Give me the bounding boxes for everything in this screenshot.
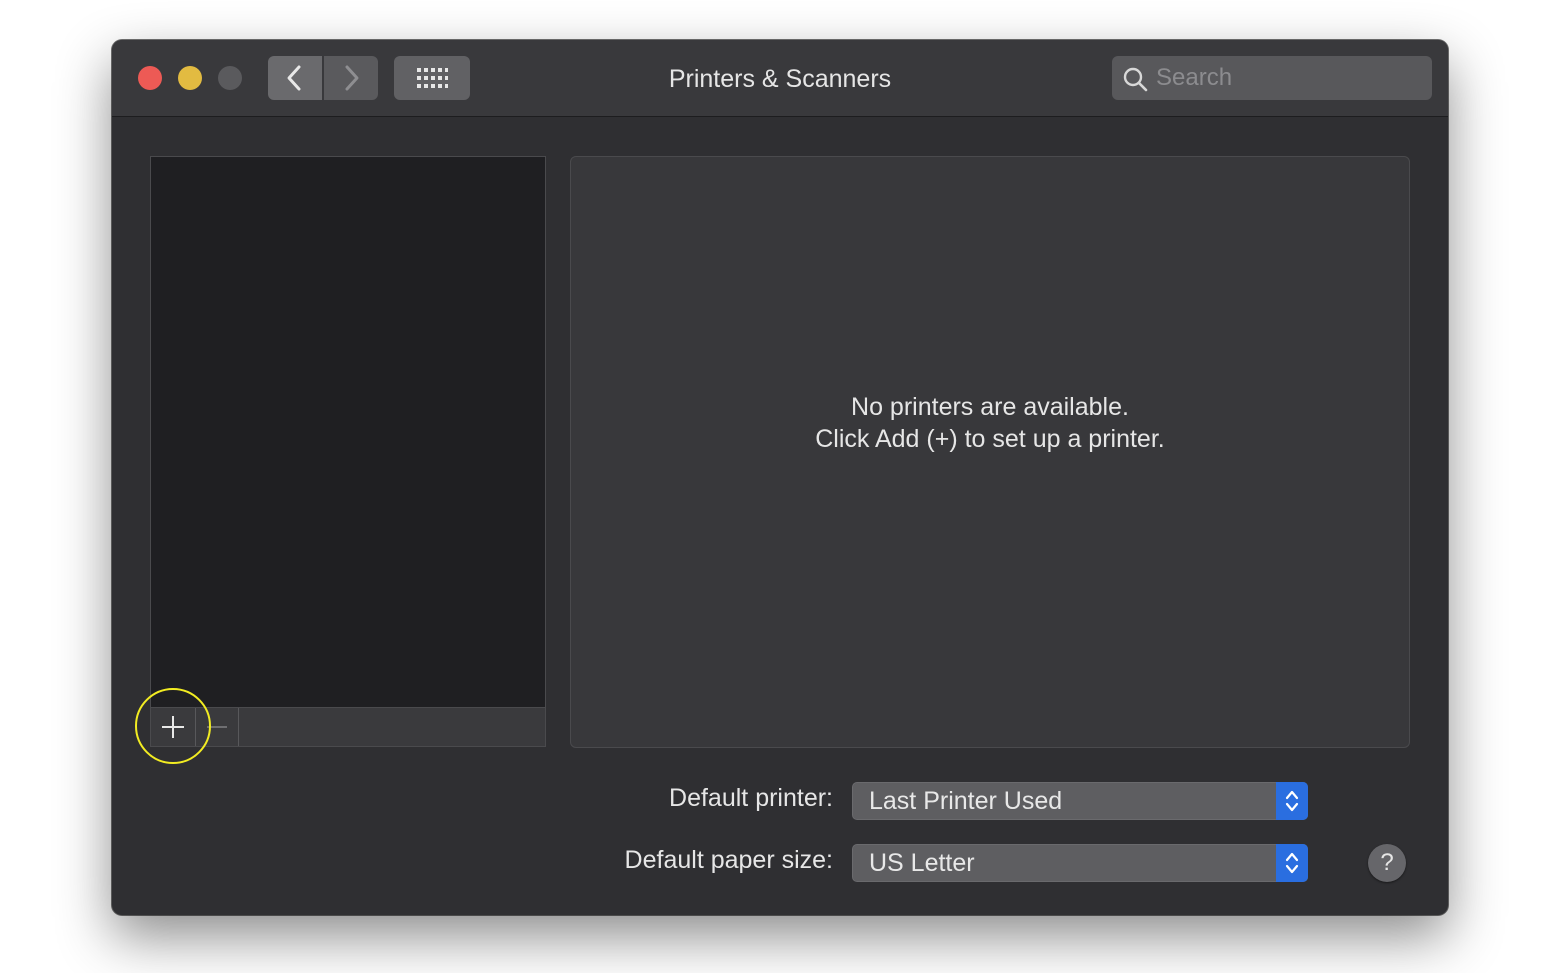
default-printer-label: Default printer: [669, 784, 833, 812]
forward-button[interactable] [324, 56, 378, 100]
back-button[interactable] [268, 56, 322, 100]
default-paper-size-popup[interactable]: US Letter [852, 844, 1308, 882]
chevron-left-icon [287, 65, 301, 91]
chevron-right-icon [345, 65, 359, 91]
navigation-buttons [268, 56, 378, 100]
popup-stepper-icon [1276, 844, 1308, 882]
system-preferences-window: Printers & Scanners No printers are avai… [112, 40, 1448, 915]
empty-state-message: No printers are available. Click Add (+)… [571, 391, 1409, 455]
minimize-window-button[interactable] [178, 66, 202, 90]
default-printer-value: Last Printer Used [869, 787, 1063, 815]
printer-list-toolbar [150, 707, 546, 747]
show-all-button[interactable] [394, 56, 470, 100]
empty-state-line-1: No printers are available. [851, 393, 1129, 421]
popup-stepper-icon [1276, 782, 1308, 820]
help-button[interactable]: ? [1368, 844, 1406, 882]
empty-state-line-2: Click Add (+) to set up a printer. [815, 425, 1165, 453]
close-window-button[interactable] [138, 66, 162, 90]
default-paper-size-label: Default paper size: [624, 846, 833, 874]
search-input[interactable] [1156, 56, 1416, 100]
remove-printer-button [196, 708, 239, 746]
grid-icon [417, 68, 448, 88]
minus-icon [207, 726, 227, 728]
search-field[interactable] [1112, 56, 1432, 100]
plus-icon [162, 716, 184, 738]
search-icon [1123, 67, 1148, 92]
default-printer-popup[interactable]: Last Printer Used [852, 782, 1308, 820]
printer-detail-panel: No printers are available. Click Add (+)… [570, 156, 1410, 748]
title-bar: Printers & Scanners [112, 40, 1448, 117]
add-printer-button[interactable] [151, 708, 196, 746]
default-paper-size-value: US Letter [869, 849, 975, 877]
printer-list[interactable] [150, 156, 546, 708]
zoom-window-button [218, 66, 242, 90]
